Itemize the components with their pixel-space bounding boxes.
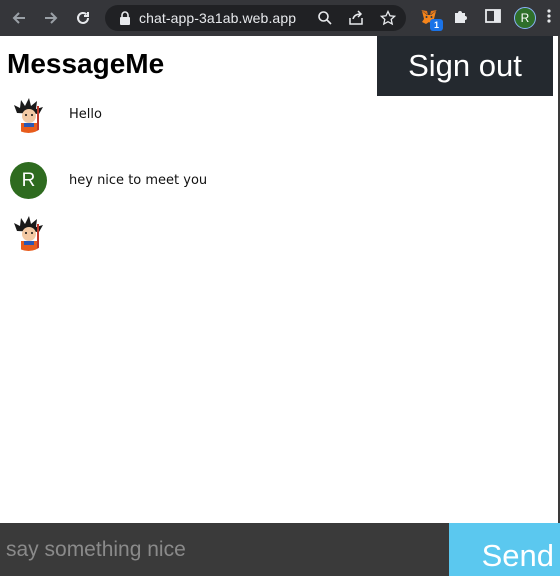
message-input[interactable]	[0, 523, 449, 576]
message-item: R hey nice to meet you	[10, 162, 207, 199]
message-item	[10, 214, 69, 251]
goku-avatar	[10, 96, 47, 133]
zoom-icon[interactable]	[317, 10, 333, 31]
side-panel-icon[interactable]	[484, 7, 502, 30]
kebab-menu-icon[interactable]	[546, 7, 552, 30]
message-composer: Send	[0, 523, 560, 576]
message-text: hey nice to meet you	[69, 173, 208, 188]
message-item: Hello	[10, 96, 102, 133]
back-arrow-icon[interactable]	[8, 7, 30, 29]
sign-out-button[interactable]: Sign out	[377, 36, 553, 96]
extension-badge: 1	[430, 19, 443, 31]
url-text[interactable]: chat-app-3a1ab.web.app	[139, 10, 296, 26]
address-bar[interactable]: chat-app-3a1ab.web.app	[105, 5, 406, 31]
profile-avatar[interactable]: R	[514, 7, 536, 29]
star-icon[interactable]	[379, 9, 397, 31]
send-button[interactable]: Send	[449, 523, 560, 576]
letter-avatar: R	[10, 162, 47, 199]
message-text: Hello	[69, 107, 102, 122]
browser-toolbar: chat-app-3a1ab.web.app 1 R	[0, 0, 560, 36]
share-icon[interactable]	[348, 10, 364, 31]
app-title: MessageMe	[7, 48, 165, 79]
forward-arrow-icon[interactable]	[40, 7, 62, 29]
puzzle-icon[interactable]	[452, 7, 470, 30]
reload-icon[interactable]	[72, 7, 94, 29]
lock-icon[interactable]	[119, 11, 131, 30]
goku-avatar	[10, 214, 47, 251]
